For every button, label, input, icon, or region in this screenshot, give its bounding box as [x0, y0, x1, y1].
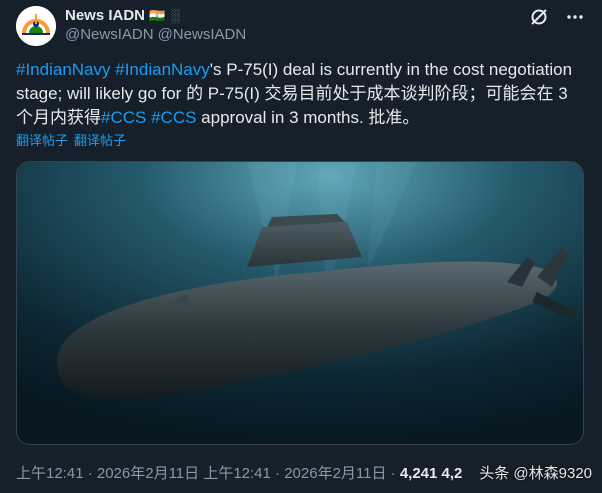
translate-post-link[interactable]: 翻译帖子: [16, 130, 68, 149]
hashtag-link[interactable]: #CCS: [151, 108, 196, 127]
tweet-meta: 上午12:41 · 2026年2月11日 上午12:41 · 2026年2月11…: [16, 462, 462, 483]
name-badge-icon: 🇮🇳 ░: [149, 7, 182, 23]
india-flag-logo-icon: [16, 6, 56, 46]
handle-row: @NewsIADN @NewsIADN: [65, 26, 246, 43]
tweet-text: #IndianNavy #IndianNavy's P-75(I) deal i…: [16, 58, 588, 130]
hashtag-link[interactable]: #IndianNavy: [115, 60, 210, 79]
tweet-body-text: approval in 3 months. 批准。: [196, 108, 420, 127]
timestamp[interactable]: 上午12:41 · 2026年2月11日: [16, 465, 199, 482]
translate-post-link[interactable]: 翻译帖子: [74, 130, 126, 149]
views-count-repeat: 4,2: [437, 465, 463, 482]
handle[interactable]: @NewsIADN: [65, 26, 154, 43]
submarine-image: [17, 162, 583, 444]
meta-separator: ·: [390, 465, 400, 482]
handle-repeat: @NewsIADN: [157, 26, 247, 43]
avatar[interactable]: [16, 6, 56, 46]
views-count: 4,241: [399, 465, 438, 482]
hashtag-link[interactable]: #CCS: [101, 108, 146, 127]
display-name[interactable]: News IADN: [65, 7, 145, 24]
watermark: 头条 @林森9320: [479, 465, 592, 482]
tweet-media-image[interactable]: [16, 161, 584, 445]
timestamp-repeat: 上午12:41 · 2026年2月11日: [203, 465, 387, 482]
hashtag-link[interactable]: #IndianNavy: [16, 60, 111, 79]
translate-row: 翻译帖子 翻译帖子: [16, 130, 126, 149]
tweet-header: News IADN 🇮🇳 ░ @NewsIADN @NewsIADN: [16, 6, 586, 46]
more-icon[interactable]: [564, 6, 586, 28]
grok-icon[interactable]: [528, 6, 550, 28]
